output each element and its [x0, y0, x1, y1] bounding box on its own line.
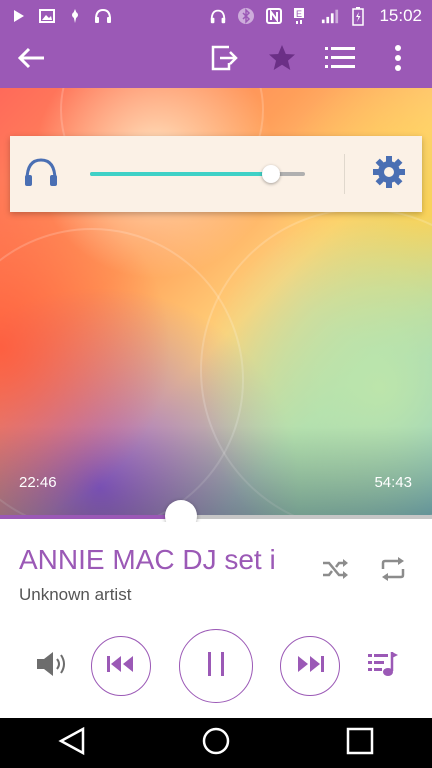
navigation-bar: [0, 718, 432, 768]
track-info: ANNIE MAC DJ set i Unknown artist: [0, 522, 432, 618]
repeat-button[interactable]: [374, 552, 412, 590]
image-icon: [38, 7, 56, 25]
share-to-device-button[interactable]: [206, 42, 242, 78]
arrow-left-icon: [17, 47, 46, 74]
nav-home-icon: [201, 726, 231, 761]
nfc-icon: [265, 7, 283, 25]
playback-controls: [0, 618, 432, 718]
volume-slider[interactable]: [90, 165, 305, 183]
volume-divider: [344, 154, 345, 194]
headphones-button[interactable]: [10, 136, 72, 212]
total-time: 54:43: [374, 474, 412, 491]
nav-home-button[interactable]: [186, 718, 246, 768]
next-button[interactable]: [280, 636, 340, 696]
seek-bar[interactable]: [0, 500, 432, 532]
favorite-button[interactable]: [264, 42, 300, 78]
speaker-icon: [35, 650, 69, 683]
headphones-icon: [209, 7, 227, 25]
headset-app-icon: [94, 7, 112, 25]
more-vert-icon: [394, 44, 402, 77]
top-action-bar: [0, 32, 432, 88]
previous-button[interactable]: [91, 636, 151, 696]
bluetooth-icon: [237, 7, 255, 25]
gear-icon: [372, 155, 406, 194]
skip-next-icon: [295, 654, 325, 679]
repeat-icon: [379, 556, 407, 587]
back-button[interactable]: [0, 32, 64, 88]
volume-thumb[interactable]: [261, 165, 280, 183]
pause-icon: [206, 650, 226, 683]
track-title: ANNIE MAC DJ set i: [19, 544, 276, 575]
gesture-icon: [66, 7, 84, 25]
shuffle-icon: [321, 558, 349, 585]
volume-panel: [10, 136, 422, 212]
nav-recents-icon: [345, 726, 375, 761]
audio-settings-button[interactable]: [356, 136, 422, 212]
volume-fill: [90, 172, 271, 176]
playlist-icon: [325, 45, 355, 76]
play-pause-button[interactable]: [179, 629, 253, 703]
status-left: [0, 7, 122, 25]
signal-icon: [321, 7, 339, 25]
queue-music-icon: [366, 650, 400, 683]
shuffle-button[interactable]: [316, 552, 354, 590]
elapsed-time: 22:46: [19, 474, 57, 491]
volume-button[interactable]: [30, 646, 74, 686]
status-bar: E 15:02: [0, 0, 432, 32]
status-right: E 15:02: [199, 6, 432, 26]
skip-previous-icon: [106, 654, 136, 679]
top-actions: [206, 42, 432, 78]
track-artist: Unknown artist: [19, 585, 132, 604]
status-time: 15:02: [379, 6, 422, 25]
battery-charging-icon: [349, 7, 367, 26]
nav-recents-button[interactable]: [330, 718, 390, 768]
play-icon: [10, 7, 28, 25]
nav-back-icon: [57, 726, 87, 761]
more-options-button[interactable]: [380, 42, 416, 78]
network-e-icon: E: [293, 7, 311, 25]
art-shade: [0, 426, 432, 516]
nav-back-button[interactable]: [42, 718, 102, 768]
queue-button[interactable]: [360, 646, 406, 686]
playlist-button[interactable]: [322, 42, 358, 78]
seek-fill: [0, 515, 182, 519]
star-icon: [267, 43, 297, 78]
headphones-icon: [23, 156, 59, 193]
share-to-device-icon: [209, 43, 239, 78]
svg-text:E: E: [296, 9, 302, 19]
